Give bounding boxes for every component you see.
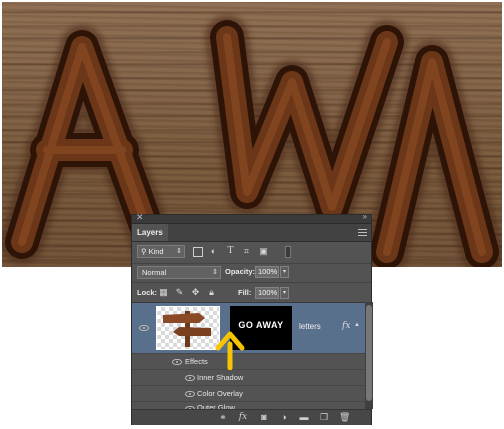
collapse-icon[interactable]: » — [363, 212, 367, 221]
filter-row: ⚲ Kind ⇕ ◐ T ⌗ ▣ — [132, 242, 371, 262]
effect-name: Inner Shadow — [197, 373, 244, 382]
chevron-updown-icon: ⇕ — [212, 269, 218, 276]
blend-row: Normal ⇕ Opacity: 100% ▾ — [132, 263, 371, 281]
add-mask-icon[interactable]: ◙ — [259, 413, 269, 422]
visibility-eye-icon[interactable] — [185, 375, 195, 381]
adjustment-layer-filter-icon[interactable]: ◐ — [208, 246, 219, 257]
visibility-eye-icon[interactable] — [172, 359, 182, 365]
visibility-eye-icon[interactable] — [185, 391, 195, 397]
fill-slider-button[interactable]: ▾ — [280, 287, 289, 299]
new-group-icon[interactable]: ▬ — [299, 413, 309, 422]
filter-toggle-switch[interactable] — [285, 246, 291, 258]
scrollbar-thumb[interactable] — [366, 305, 372, 401]
add-layer-style-icon[interactable]: fx — [238, 413, 248, 422]
panel-header-bar: ✕ » — [132, 212, 371, 224]
opacity-input[interactable]: 100% — [255, 266, 279, 278]
panel-footer: ⚭ fx ◙ ◑ ▬ ❐ 🗑︎ — [132, 409, 371, 425]
fx-icon[interactable]: fx — [342, 321, 350, 331]
effects-label: Effects — [185, 357, 208, 366]
panel-menu-icon[interactable] — [358, 229, 367, 236]
fill-label: Fill: — [238, 288, 252, 297]
smart-object-filter-icon[interactable]: ▣ — [258, 246, 269, 257]
mask-text: GO AWAY — [238, 320, 284, 330]
delete-layer-icon[interactable]: 🗑︎ — [339, 413, 350, 422]
fill-input[interactable]: 100% — [255, 287, 279, 299]
effect-row[interactable]: Color Overlay — [132, 385, 365, 401]
shape-layer-filter-icon[interactable]: ⌗ — [241, 246, 252, 257]
layers-panel: ✕ » Layers ⚲ Kind ⇕ ◐ T ⌗ ▣ Normal ⇕ Opa… — [131, 212, 373, 425]
chevron-updown-icon: ⇕ — [176, 248, 182, 255]
search-icon: ⚲ — [141, 247, 147, 256]
panel-tab-bar: Layers — [132, 224, 371, 242]
effect-row[interactable]: Inner Shadow — [132, 369, 365, 385]
filter-kind-dropdown[interactable]: ⚲ Kind ⇕ — [137, 245, 185, 258]
pixel-layer-filter-icon[interactable] — [193, 247, 203, 257]
lock-row: Lock: ▦ ✎ ✥ 🔒︎ Fill: 100% ▾ — [132, 282, 371, 302]
close-icon[interactable]: ✕ — [136, 212, 144, 223]
layers-scrollbar[interactable] — [365, 302, 373, 409]
annotation-arrow-icon — [215, 331, 245, 370]
lock-image-pixels-icon[interactable]: ✎ — [175, 288, 184, 297]
visibility-eye-icon[interactable] — [139, 325, 149, 331]
blend-mode-dropdown[interactable]: Normal ⇕ — [137, 266, 221, 279]
type-layer-filter-icon[interactable]: T — [225, 246, 236, 257]
lock-transparent-pixels-icon[interactable]: ▦ — [159, 288, 168, 297]
lock-all-icon[interactable]: 🔒︎ — [207, 288, 216, 297]
opacity-label: Opacity: — [225, 267, 256, 276]
lock-position-icon[interactable]: ✥ — [191, 288, 200, 297]
new-adjustment-layer-icon[interactable]: ◑ — [279, 413, 289, 422]
collapse-effects-arrow-icon[interactable]: ▲ — [354, 322, 360, 328]
opacity-slider-button[interactable]: ▾ — [280, 266, 289, 278]
effect-name: Color Overlay — [197, 389, 243, 398]
lock-label: Lock: — [137, 288, 158, 297]
link-layers-icon[interactable]: ⚭ — [218, 413, 228, 422]
filter-kind-label: Kind — [148, 247, 164, 256]
new-layer-icon[interactable]: ❐ — [319, 413, 329, 422]
tab-layers[interactable]: Layers — [132, 224, 168, 241]
layer-name[interactable]: letters — [299, 322, 321, 331]
blend-mode-value: Normal — [142, 268, 167, 277]
